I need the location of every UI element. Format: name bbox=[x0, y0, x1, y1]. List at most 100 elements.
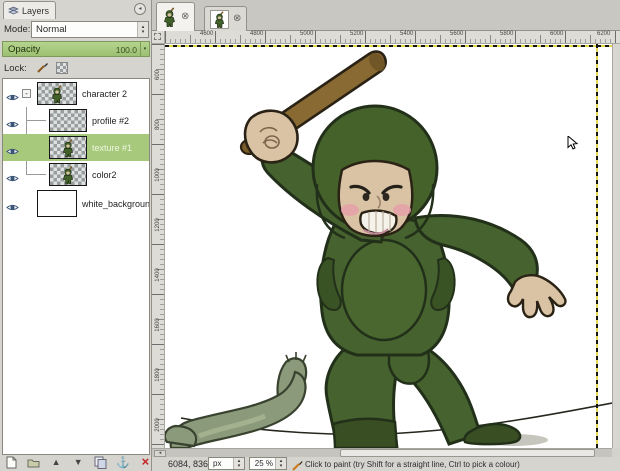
image-tab-1[interactable]: ⊗ bbox=[156, 2, 195, 31]
close-tab-icon[interactable]: ⊗ bbox=[233, 14, 241, 24]
layer-row-texture-1[interactable]: texture #1 bbox=[3, 134, 149, 161]
layer-thumbnail[interactable] bbox=[37, 190, 77, 217]
ruler-label: 1800 bbox=[155, 363, 161, 387]
lizard-sprite bbox=[165, 352, 306, 448]
ruler-label: 6000 bbox=[550, 31, 563, 37]
opacity-value: 100.0 bbox=[116, 45, 137, 55]
image-tab-2[interactable]: ⊗ bbox=[204, 6, 247, 31]
ruler-label: 1000 bbox=[155, 163, 161, 187]
ruler-label: 4600 bbox=[200, 31, 213, 37]
spin-down-icon: ▾ bbox=[142, 30, 145, 35]
ruler-corner-icon bbox=[154, 33, 161, 40]
panel-menu-icon: ◂ bbox=[138, 6, 141, 12]
ruler-label: 5400 bbox=[400, 31, 413, 37]
ruler-label: 1600 bbox=[155, 313, 161, 337]
layer-boundary-right bbox=[596, 44, 598, 448]
delete-icon: × bbox=[142, 456, 150, 468]
ruler-label: 4800 bbox=[250, 31, 263, 37]
visibility-eye-icon[interactable] bbox=[6, 116, 19, 134]
new-layer-button[interactable] bbox=[5, 455, 18, 469]
spin-down-icon: ▾ bbox=[144, 47, 147, 52]
ruler-label: 5000 bbox=[300, 31, 313, 37]
layers-list: - character 2 profile #2 texture #1 bbox=[2, 78, 150, 455]
layer-name: character 2 bbox=[82, 89, 127, 99]
unit-spinner[interactable]: ▴▾ bbox=[233, 458, 244, 469]
scroll-left-arrow[interactable]: ◂ bbox=[154, 450, 166, 457]
status-message: Click to paint (try Shift for a straight… bbox=[305, 460, 520, 469]
expander-icon[interactable]: - bbox=[22, 89, 31, 98]
lock-alpha-icon[interactable] bbox=[56, 62, 68, 74]
anchor-layer-button[interactable]: ⚓ bbox=[116, 455, 130, 469]
layer-row-profile-2[interactable]: profile #2 bbox=[3, 107, 149, 134]
mode-select[interactable]: Normal ▴▾ bbox=[31, 21, 149, 38]
layer-thumbnail[interactable] bbox=[49, 109, 87, 132]
lower-layer-button[interactable]: ▼ bbox=[72, 455, 85, 469]
panel-menu-button[interactable]: ◂ bbox=[134, 3, 146, 15]
layer-row-color2[interactable]: color2 bbox=[3, 161, 149, 188]
vertical-ruler[interactable]: 600 800 1000 1200 1400 1600 1800 2000 bbox=[152, 44, 165, 448]
ruler-label: 600 bbox=[155, 63, 161, 87]
mode-label: Mode: bbox=[4, 24, 30, 35]
delete-layer-button[interactable]: × bbox=[139, 455, 152, 469]
layer-row-white-background[interactable]: white_background bbox=[3, 188, 149, 219]
layer-thumbnail[interactable] bbox=[49, 163, 87, 186]
horizontal-ruler[interactable]: 4600 4800 5000 5200 5400 5600 5800 6000 … bbox=[165, 31, 620, 44]
lock-row: Lock: bbox=[0, 60, 152, 76]
ruler-label: 5600 bbox=[450, 31, 463, 37]
ruler-label: 1200 bbox=[155, 213, 161, 237]
layer-thumbnail[interactable] bbox=[37, 82, 77, 105]
scrollbar-corner bbox=[612, 448, 620, 457]
ruler-label: 6200 bbox=[597, 31, 610, 37]
layer-name: profile #2 bbox=[92, 116, 129, 126]
layer-row-character-2[interactable]: - character 2 bbox=[3, 80, 149, 107]
close-tab-icon[interactable]: ⊗ bbox=[181, 12, 189, 22]
visibility-eye-icon[interactable] bbox=[6, 143, 19, 161]
layers-panel-toolbar: ▲ ▼ ⚓ × bbox=[0, 455, 152, 471]
zoom-spinner[interactable]: ▴▾ bbox=[275, 458, 286, 469]
character-sprite bbox=[61, 138, 75, 157]
horizontal-scrollbar-thumb[interactable] bbox=[340, 449, 595, 457]
opacity-spinner[interactable]: ▾ bbox=[140, 42, 149, 56]
visibility-eye-icon[interactable] bbox=[6, 199, 19, 217]
ruler-label: 5800 bbox=[500, 31, 513, 37]
lock-pixels-icon[interactable] bbox=[36, 61, 50, 79]
ruler-label: 2000 bbox=[155, 413, 161, 437]
vertical-scrollbar[interactable] bbox=[612, 44, 620, 448]
character-sprite bbox=[61, 165, 75, 184]
statusbar: 6084, 836 px ▴▾ 25 % ▴▾ Click to paint (… bbox=[152, 457, 620, 471]
layer-boundary-top bbox=[165, 45, 612, 47]
spin-down-icon: ▾ bbox=[280, 464, 283, 469]
mode-spinner[interactable]: ▴▾ bbox=[137, 22, 148, 37]
visibility-eye-icon[interactable] bbox=[6, 89, 19, 107]
scroll-left-icon: ◂ bbox=[159, 450, 162, 456]
paintbrush-tool-icon bbox=[292, 458, 303, 471]
canvas-artwork-character bbox=[165, 44, 612, 448]
layers-icon bbox=[8, 6, 19, 16]
image-thumbnail bbox=[162, 7, 177, 27]
image-thumbnail bbox=[210, 10, 229, 29]
image-tab-bar: ⊗ ⊗ bbox=[152, 0, 620, 31]
canvas[interactable] bbox=[165, 44, 612, 448]
unit-select[interactable]: px ▴▾ bbox=[208, 457, 245, 470]
layer-thumbnail[interactable] bbox=[49, 136, 87, 159]
mouse-cursor bbox=[567, 136, 578, 155]
raise-layer-button[interactable]: ▲ bbox=[49, 455, 62, 469]
ruler-label: 800 bbox=[155, 113, 161, 137]
ruler-label: 1400 bbox=[155, 263, 161, 287]
tab-layers[interactable]: Layers bbox=[3, 1, 56, 19]
layer-name: texture #1 bbox=[92, 143, 132, 153]
visibility-eye-icon[interactable] bbox=[6, 170, 19, 188]
ruler-corner-button[interactable] bbox=[152, 31, 165, 44]
raise-icon: ▲ bbox=[52, 457, 61, 467]
duplicate-layer-button[interactable] bbox=[94, 455, 107, 469]
ruler-label: 5200 bbox=[350, 31, 363, 37]
lower-icon: ▼ bbox=[74, 457, 83, 467]
horizontal-scrollbar[interactable]: ◂ bbox=[152, 448, 612, 457]
new-layer-group-button[interactable] bbox=[27, 455, 40, 469]
zoom-select[interactable]: 25 % ▴▾ bbox=[249, 457, 287, 470]
zoom-value: 25 % bbox=[250, 459, 275, 468]
layer-name: color2 bbox=[92, 170, 117, 180]
spin-down-icon: ▾ bbox=[238, 464, 241, 469]
anchor-icon: ⚓ bbox=[116, 456, 130, 469]
opacity-slider[interactable]: Opacity 100.0 ▾ bbox=[2, 41, 150, 57]
